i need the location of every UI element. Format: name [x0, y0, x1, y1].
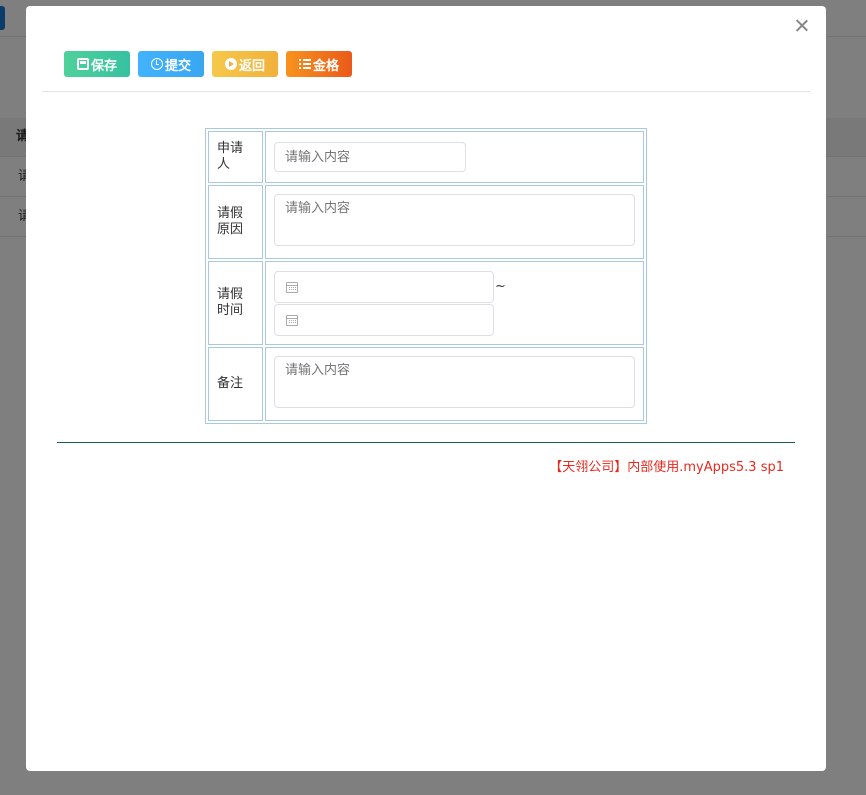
applicant-input[interactable]: [274, 142, 466, 172]
form-dialog: 保存 提交 返回 金格 申请人 请假原因 请假时间: [26, 6, 826, 771]
start-date-input[interactable]: [274, 270, 494, 303]
calendar-icon: [286, 314, 298, 326]
leave-form-table: 申请人 请假原因 请假时间: [205, 128, 647, 424]
footer-copyright: 【天翎公司】内部使用.myApps5.3 sp1: [549, 460, 784, 475]
back-button-label: 返回: [238, 58, 265, 74]
applicant-row: 申请人: [208, 131, 644, 183]
toolbar: 保存 提交 返回 金格: [64, 51, 352, 77]
time-row: 请假时间 ~: [208, 261, 644, 345]
applicant-label: 申请人: [208, 131, 263, 183]
end-date-input[interactable]: [274, 303, 494, 336]
remark-textarea[interactable]: [274, 356, 635, 408]
save-button[interactable]: 保存: [64, 51, 130, 77]
time-label: 请假时间: [208, 261, 263, 345]
footer-divider: [57, 442, 795, 443]
date-range-separator: ~: [495, 278, 506, 294]
remark-row: 备注: [208, 347, 644, 421]
reason-row: 请假原因: [208, 185, 644, 259]
remark-label: 备注: [208, 347, 263, 421]
play-circle-icon: [224, 58, 237, 70]
submit-button[interactable]: 提交: [138, 51, 204, 77]
list-icon: [298, 58, 311, 70]
clock-icon: [150, 58, 163, 70]
reason-label: 请假原因: [208, 185, 263, 259]
calendar-icon: [286, 281, 298, 293]
toolbar-divider: [42, 91, 810, 92]
save-icon: [76, 58, 89, 70]
grid-button[interactable]: 金格: [286, 51, 352, 77]
close-icon[interactable]: [794, 18, 810, 34]
save-button-label: 保存: [90, 58, 117, 74]
back-button[interactable]: 返回: [212, 51, 278, 77]
submit-button-label: 提交: [164, 58, 191, 74]
grid-button-label: 金格: [312, 58, 339, 74]
reason-textarea[interactable]: [274, 194, 635, 246]
